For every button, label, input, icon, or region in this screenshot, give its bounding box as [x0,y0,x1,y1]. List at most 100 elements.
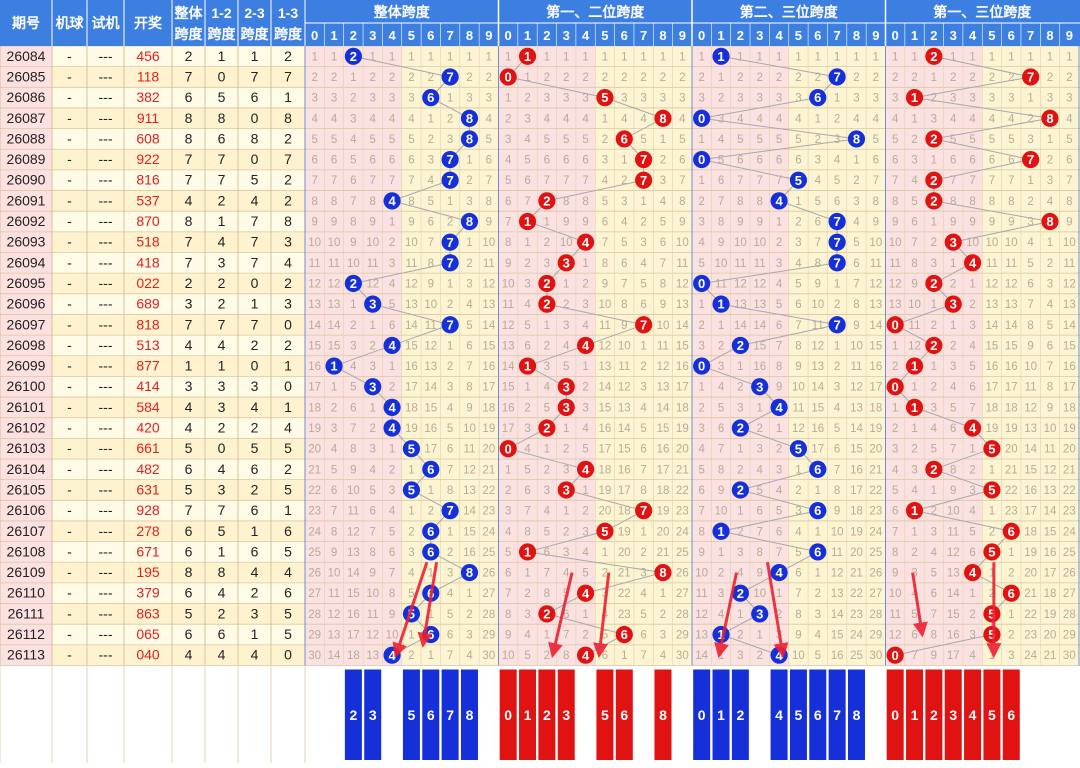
miss-count: 4 [524,299,531,311]
table-cell: 5 [251,172,259,188]
miss-count: 17 [405,382,418,394]
miss-count: 2 [660,609,666,621]
miss-count: 21 [482,464,495,476]
miss-count: 5 [544,402,550,414]
table-cell: 1 [218,213,226,229]
table-cell: 8 [251,130,259,146]
miss-count: 12 [463,464,476,476]
miss-count: 17 [676,382,689,394]
table-cell: 2 [251,481,259,497]
miss-count: 4 [466,650,473,662]
miss-count: 18 [308,402,321,414]
span-ball-label: 2 [737,421,744,436]
miss-count: 4 [582,113,589,125]
miss-count: 6 [950,423,956,435]
table-cell: 7 [185,68,193,84]
miss-count: 28 [1063,609,1076,621]
miss-count: 5 [969,361,975,373]
table-cell: 7 [185,316,193,332]
table-cell: 5 [284,543,292,559]
miss-count: 19 [308,423,321,435]
miss-count: 1 [621,51,627,63]
miss-count: 7 [873,175,879,187]
miss-count: 19 [405,423,418,435]
miss-count: 7 [408,175,414,187]
miss-count: 8 [815,258,821,270]
miss-count: 3 [505,134,511,146]
miss-count: 15 [947,609,960,621]
table-cell: 7 [251,213,259,229]
miss-count: 1 [582,609,588,621]
miss-count: 2 [544,340,550,352]
miss-count: 5 [582,444,588,456]
span-ball-label: 7 [640,317,647,332]
miss-count: 3 [602,155,608,167]
miss-count: 14 [831,609,844,621]
miss-count: 10 [947,506,960,518]
miss-count: 6 [795,155,801,167]
miss-count: 1 [698,299,704,311]
miss-count: 13 [947,568,960,580]
miss-count: 15 [657,423,670,435]
span-ball-label: 5 [988,545,995,560]
miss-count: 1 [544,320,550,332]
miss-count: 14 [502,361,515,373]
miss-count: 21 [676,464,689,476]
miss-count: 7 [718,196,724,208]
table-cell: 2 [251,337,259,353]
miss-count: 6 [544,547,550,559]
miss-count: 2 [834,361,840,373]
miss-count: 18 [1044,588,1057,600]
table-cell: 1 [284,89,292,105]
digit-header: 1 [330,28,337,43]
digit-header: 5 [988,28,995,43]
miss-count: 13 [366,650,379,662]
miss-count: 3 [737,402,743,414]
span-ball-label: 6 [427,627,434,642]
miss-count: 7 [737,175,743,187]
table-cell: - [67,399,72,415]
miss-count: 2 [660,155,666,167]
miss-count: 2 [524,588,530,600]
miss-count: 25 [482,547,495,559]
miss-count: 2 [389,382,395,394]
miss-count: 4 [815,175,822,187]
miss-count: 7 [350,196,356,208]
miss-count: 7 [350,423,356,435]
miss-count: 16 [947,630,960,642]
table-cell: 6 [251,502,259,518]
digit-header: 6 [814,28,821,43]
table-cell: 6 [185,543,193,559]
miss-count: 4 [563,340,570,352]
span-ball-label: 7 [834,214,841,229]
miss-count: 2 [640,547,646,559]
miss-count: 8 [892,196,898,208]
miss-count: 6 [602,217,608,229]
miss-count: 2 [563,444,569,456]
table-cell: - [67,440,72,456]
header-label: 试机 [92,15,120,31]
miss-count: 2 [873,72,879,84]
miss-count: 7 [911,237,917,249]
draw-number: 928 [136,502,160,518]
digit-header: 7 [834,28,841,43]
digit-header: 0 [892,28,899,43]
miss-count: 7 [1066,175,1072,187]
miss-count: 9 [737,217,743,229]
miss-count: 3 [1008,650,1014,662]
miss-count: 17 [618,485,631,497]
miss-count: 4 [563,568,570,580]
miss-count: 3 [370,361,376,373]
miss-count: 12 [676,278,689,290]
table-cell: 1 [251,523,259,539]
period-cell: 26099 [7,358,46,374]
table-cell: - [67,502,72,518]
miss-count: 1 [389,217,395,229]
miss-count: 25 [850,650,863,662]
miss-count: 10 [347,258,360,270]
miss-count: 1 [1008,51,1014,63]
table-cell: 3 [218,399,226,415]
table-cell: 0 [284,378,292,394]
span-ball-label: 8 [659,111,666,126]
miss-count: 2 [486,72,492,84]
